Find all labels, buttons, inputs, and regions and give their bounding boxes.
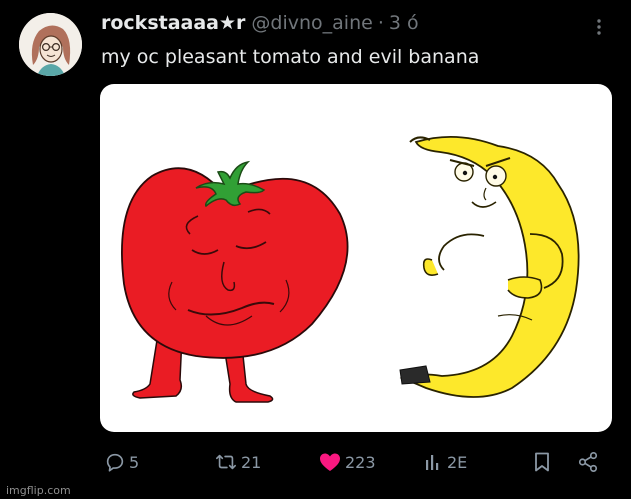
repost-icon — [216, 454, 236, 470]
imgflip-watermark: imgflip.com — [6, 484, 71, 497]
analytics-icon — [426, 455, 439, 470]
display-name[interactable]: rockstaaaa★r — [101, 10, 245, 36]
avatar-portrait-icon — [19, 13, 82, 76]
repost-button[interactable]: 21 — [214, 446, 261, 478]
view-count: 2E — [447, 452, 468, 472]
like-count: 223 — [345, 452, 376, 472]
share-icon — [578, 452, 598, 472]
reply-button[interactable]: 5 — [104, 446, 139, 478]
repost-count: 21 — [241, 452, 262, 472]
timestamp[interactable]: 3 ó — [389, 10, 419, 36]
views-button[interactable]: 2E — [424, 446, 467, 478]
reply-count: 5 — [129, 452, 140, 472]
banana-character-icon — [399, 135, 580, 398]
bookmark-button[interactable] — [532, 446, 552, 478]
heart-icon — [320, 453, 340, 471]
user-handle[interactable]: @divno_aine — [251, 10, 372, 36]
avatar[interactable] — [19, 13, 82, 76]
more-options-icon[interactable] — [592, 17, 606, 37]
share-button[interactable] — [577, 446, 599, 478]
separator-dot: · — [377, 12, 384, 34]
bookmark-icon — [535, 452, 549, 472]
tweet-header: rockstaaaa★r @divno_aine · 3 ó — [101, 10, 419, 36]
tweet-media-image[interactable] — [100, 84, 612, 432]
tweet-text: my oc pleasant tomato and evil banana — [101, 46, 480, 68]
tweet-action-bar: 5 21 223 2E — [100, 446, 612, 478]
reply-icon — [106, 453, 124, 472]
tomato-character-icon — [121, 160, 349, 403]
like-button[interactable]: 223 — [318, 446, 376, 478]
